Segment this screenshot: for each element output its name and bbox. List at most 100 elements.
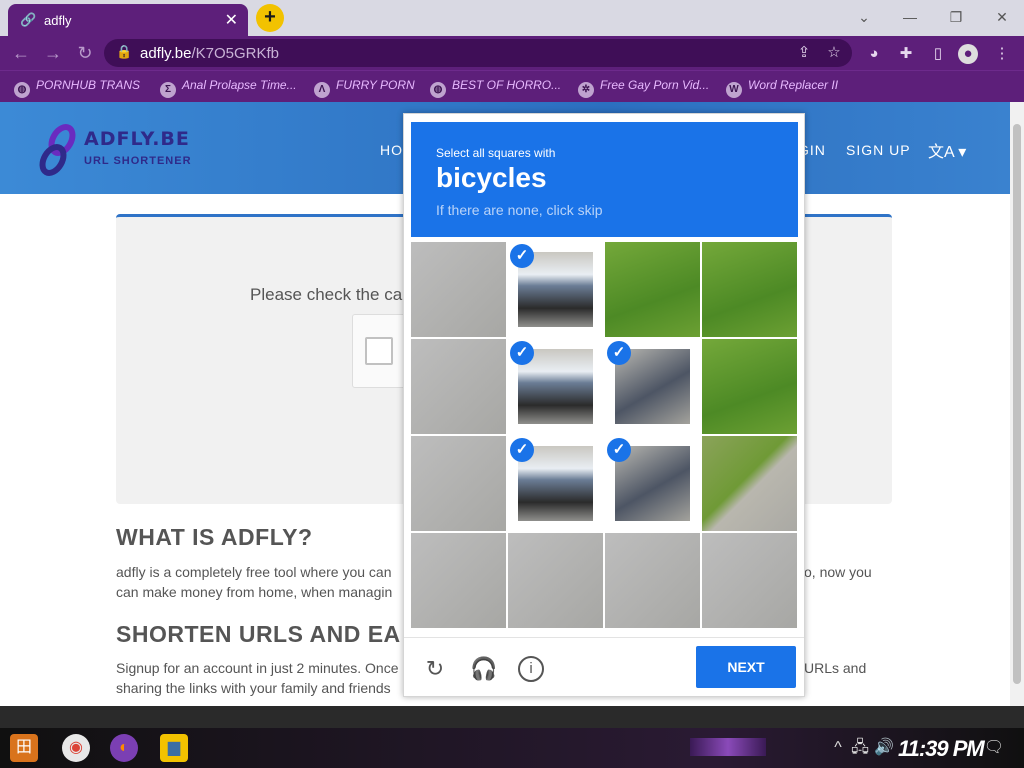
close-window-button[interactable]: ✕: [982, 4, 1022, 30]
challenge-target: bicycles: [436, 162, 547, 193]
captcha-tile[interactable]: ✓: [508, 436, 603, 531]
new-tab-button[interactable]: +: [256, 4, 284, 32]
page-scrollbar[interactable]: [1010, 102, 1024, 728]
bookmark-star-icon[interactable]: ☆: [824, 43, 844, 63]
captcha-tile[interactable]: [605, 533, 700, 628]
section-text: URLs and: [804, 660, 867, 676]
captcha-tile[interactable]: [702, 436, 797, 531]
checkmark-icon: ✓: [607, 438, 631, 462]
browser-toolbar: ← → ↻ 🔒 adfly.be/K7O5GRKfb ⇪ ☆ ◕ ✚ ▯ ● ⋮: [0, 36, 1024, 70]
captcha-tile[interactable]: [411, 339, 506, 434]
section-text: o, now you: [804, 564, 872, 580]
menu-kebab-icon[interactable]: ⋮: [992, 44, 1012, 64]
captcha-tile[interactable]: ✓: [508, 242, 603, 337]
notifications-icon[interactable]: 🗨: [980, 734, 1008, 762]
minimize-button[interactable]: —: [890, 4, 930, 30]
address-bar[interactable]: 🔒 adfly.be/K7O5GRKfb ⇪ ☆: [104, 39, 852, 67]
taskbar-decoration: [690, 738, 766, 756]
captcha-checkbox[interactable]: [365, 337, 393, 365]
captcha-tile[interactable]: [702, 533, 797, 628]
browser-tab[interactable]: 🔗 adfly ✕: [8, 4, 248, 36]
scroll-thumb[interactable]: [1013, 124, 1021, 684]
chain-link-logo-icon: [39, 124, 76, 176]
bookmark-favicon-icon: ✲: [578, 82, 594, 98]
check-instruction: Please check the ca: [250, 285, 403, 304]
nav-home[interactable]: HO: [380, 142, 403, 158]
checkmark-icon: ✓: [510, 438, 534, 462]
taskbar-preview-strip: [0, 706, 1024, 728]
back-icon[interactable]: ←: [10, 42, 32, 64]
taskbar-clock[interactable]: 11:39 PM: [898, 736, 985, 762]
restore-button[interactable]: ❐: [936, 4, 976, 30]
audio-challenge-icon[interactable]: 🎧: [470, 656, 497, 682]
side-panel-icon[interactable]: ▯: [928, 44, 948, 64]
tab-strip: 🔗 adfly ✕ + ⌄ — ❐ ✕: [0, 0, 1024, 36]
tile-image: [702, 436, 797, 531]
forward-icon[interactable]: →: [42, 42, 64, 64]
logo-title[interactable]: ADFLY.BE: [84, 128, 190, 150]
file-explorer-icon[interactable]: ▆: [160, 734, 188, 762]
captcha-tile[interactable]: [411, 242, 506, 337]
tile-image: [702, 242, 797, 337]
nav-signup[interactable]: SIGN UP: [846, 142, 911, 158]
tab-search-icon[interactable]: ⌄: [844, 4, 884, 30]
bookmarks-bar: ◍ PORNHUB TRANS Σ Anal Prolapse Time... ΛF…: [0, 70, 1024, 102]
bookmark-item[interactable]: ◍ BEST OF HORRO...: [430, 78, 561, 98]
image-grid: ✓ ✓ ✓ ✓ ✓: [411, 242, 798, 629]
bookmark-item[interactable]: ◍ PORNHUB TRANS: [14, 78, 140, 98]
info-icon[interactable]: i: [518, 656, 544, 682]
globe-icon: ◍: [430, 82, 446, 98]
tab-title: adfly: [44, 13, 72, 28]
checkmark-icon: ✓: [510, 244, 534, 268]
lock-icon[interactable]: 🔒: [116, 44, 132, 60]
url-text: adfly.be/K7O5GRKfb: [140, 45, 279, 62]
bookmark-favicon-icon: Σ: [160, 82, 176, 98]
next-button[interactable]: NEXT: [696, 646, 796, 688]
captcha-tile[interactable]: ✓: [508, 339, 603, 434]
captcha-tile[interactable]: [605, 242, 700, 337]
reload-icon[interactable]: ↻: [74, 42, 96, 64]
reload-challenge-icon[interactable]: ↻: [422, 656, 448, 682]
volume-icon[interactable]: 🔊: [870, 734, 898, 762]
section-text: Signup for an account in just 2 minutes.…: [116, 660, 399, 676]
section-text: adfly is a completely free tool where yo…: [116, 564, 392, 580]
firefox-icon[interactable]: ◐: [110, 734, 138, 762]
taskbar-bar: 田 ◉ ◐ ▆ ^ 🖧 🔊 11:39 PM 🗨: [0, 728, 1024, 768]
adfly-favicon-icon: 🔗: [20, 12, 37, 27]
captcha-tile[interactable]: [411, 533, 506, 628]
tile-image: [411, 436, 506, 531]
start-menu-icon[interactable]: 田: [10, 734, 38, 762]
tile-image: [411, 339, 506, 434]
tile-image: [411, 242, 506, 337]
word-replacer-icon: W: [726, 82, 742, 98]
tile-image: [605, 533, 700, 628]
captcha-challenge: Select all squares with bicycles If ther…: [403, 113, 805, 697]
bookmark-item[interactable]: Λ FURRY PORN: [314, 78, 415, 98]
logo-subtitle: URL SHORTENER: [84, 155, 192, 167]
captcha-tile[interactable]: ✓: [605, 339, 700, 434]
captcha-tile[interactable]: [702, 339, 797, 434]
globe-icon: ◍: [14, 82, 30, 98]
tile-image: [508, 533, 603, 628]
section-title: WHAT IS ADFLY?: [116, 524, 313, 550]
bookmark-item[interactable]: W Word Replacer II: [726, 78, 838, 98]
tile-image: [702, 339, 797, 434]
checkmark-icon: ✓: [607, 341, 631, 365]
section-title: SHORTEN URLS AND EA: [116, 621, 401, 647]
captcha-tile[interactable]: [508, 533, 603, 628]
share-icon[interactable]: ⇪: [794, 43, 814, 63]
close-tab-icon[interactable]: ✕: [225, 10, 238, 30]
bookmark-item[interactable]: ✲ Free Gay Porn Vid...: [578, 78, 709, 98]
profile-extension-icon[interactable]: ◕: [864, 44, 884, 64]
extensions-puzzle-icon[interactable]: ✚: [896, 44, 916, 64]
challenge-instruction: Select all squares with: [436, 146, 556, 160]
captcha-tile[interactable]: [411, 436, 506, 531]
captcha-tile[interactable]: [702, 242, 797, 337]
challenge-hint: If there are none, click skip: [436, 202, 603, 218]
account-avatar-icon[interactable]: ●: [958, 44, 978, 64]
language-icon[interactable]: 文A ▾: [928, 138, 966, 162]
captcha-tile[interactable]: ✓: [605, 436, 700, 531]
section-text: can make money from home, when managin: [116, 584, 393, 600]
chrome-icon[interactable]: ◉: [62, 734, 90, 762]
bookmark-item[interactable]: Σ Anal Prolapse Time...: [160, 78, 297, 98]
